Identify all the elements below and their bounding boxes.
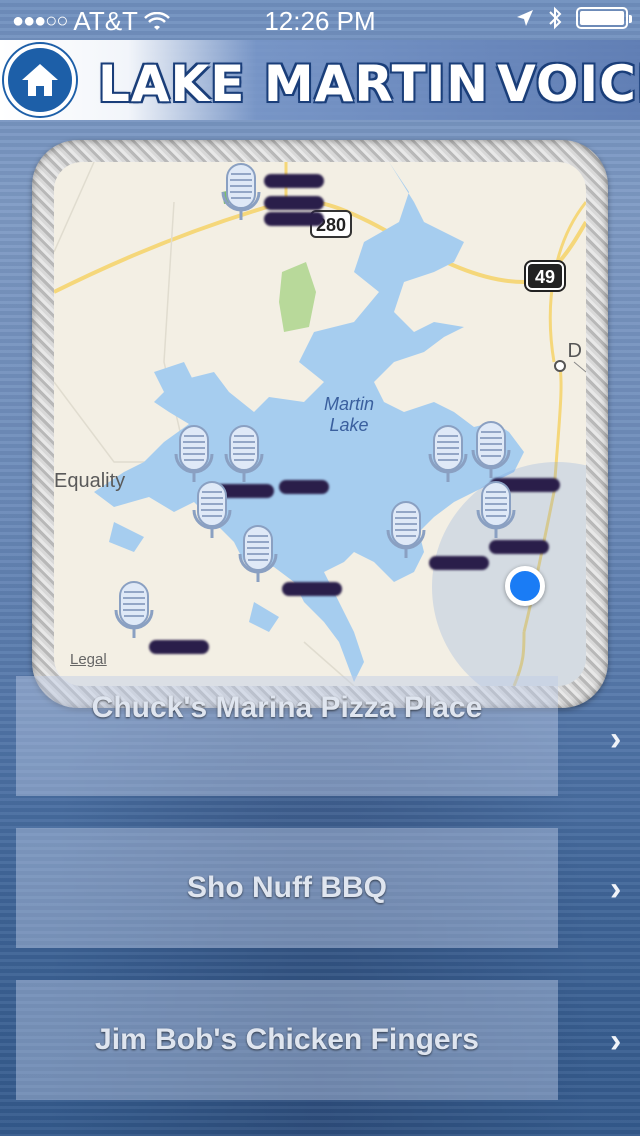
map-pin-label (489, 540, 549, 554)
list-item[interactable]: Jim Bob's Chicken Fingers (16, 980, 558, 1100)
map-pin-label (264, 212, 324, 226)
lake-label-line-1: Martin (324, 394, 375, 414)
map-pin-label (282, 582, 342, 596)
microphone-pin-icon[interactable] (112, 580, 156, 640)
status-right (516, 6, 632, 30)
app-title: LAKE MARTIN VOICE (98, 52, 640, 116)
microphone-pin-icon[interactable] (426, 424, 470, 484)
lake-label: Martin Lake (324, 394, 374, 436)
microphone-pin-icon[interactable] (384, 500, 428, 560)
status-bar: ●●●○○ AT&T 12:26 PM (0, 0, 640, 40)
title-right: VOICE (497, 55, 640, 113)
chevron-right-icon: › (610, 870, 622, 908)
legal-link[interactable]: Legal (70, 651, 107, 668)
microphone-pin-icon[interactable] (474, 480, 518, 540)
town-label: Equality (54, 470, 126, 492)
microphone-pin-icon[interactable] (236, 524, 280, 584)
list-item[interactable]: Chuck's Marina Pizza Place (16, 676, 558, 796)
list-item-label: Jim Bob's Chicken Fingers (95, 1023, 479, 1056)
list-item-label: Chuck's Marina Pizza Place (91, 691, 483, 724)
home-icon (22, 64, 58, 96)
microphone-pin-icon[interactable] (222, 424, 266, 484)
map-pin-label (279, 480, 329, 494)
battery-icon (576, 7, 632, 29)
location-arrow-icon (517, 10, 533, 26)
list-item-label: Sho Nuff BBQ (187, 871, 387, 904)
microphone-pin-icon[interactable] (190, 480, 234, 540)
microphone-pin-icon[interactable] (469, 420, 513, 480)
map-pin-label (264, 196, 324, 210)
map-frame: Martin Lake Equality D 280 49 Legal (32, 140, 608, 708)
list-item[interactable]: Sho Nuff BBQ (16, 828, 558, 948)
bluetooth-icon (549, 6, 562, 30)
microphone-pin-icon[interactable] (219, 162, 263, 222)
edge-town-label: D (567, 340, 582, 362)
route-49-shield: 49 (524, 260, 566, 292)
home-button[interactable] (4, 44, 76, 116)
map-pin-label (264, 174, 324, 188)
app-header: LAKE MARTIN VOICE (0, 40, 640, 120)
map-pin-label (149, 640, 209, 654)
microphone-pin-icon[interactable] (172, 424, 216, 484)
user-location-dot (505, 566, 545, 606)
title-left: LAKE MARTIN (98, 55, 490, 113)
chevron-right-icon: › (610, 1022, 622, 1060)
lake-label-line-2: Lake (329, 415, 369, 435)
map-pin-label (429, 556, 489, 570)
chevron-right-icon: › (610, 720, 622, 758)
map-view[interactable]: Martin Lake Equality D 280 49 Legal (54, 162, 586, 686)
